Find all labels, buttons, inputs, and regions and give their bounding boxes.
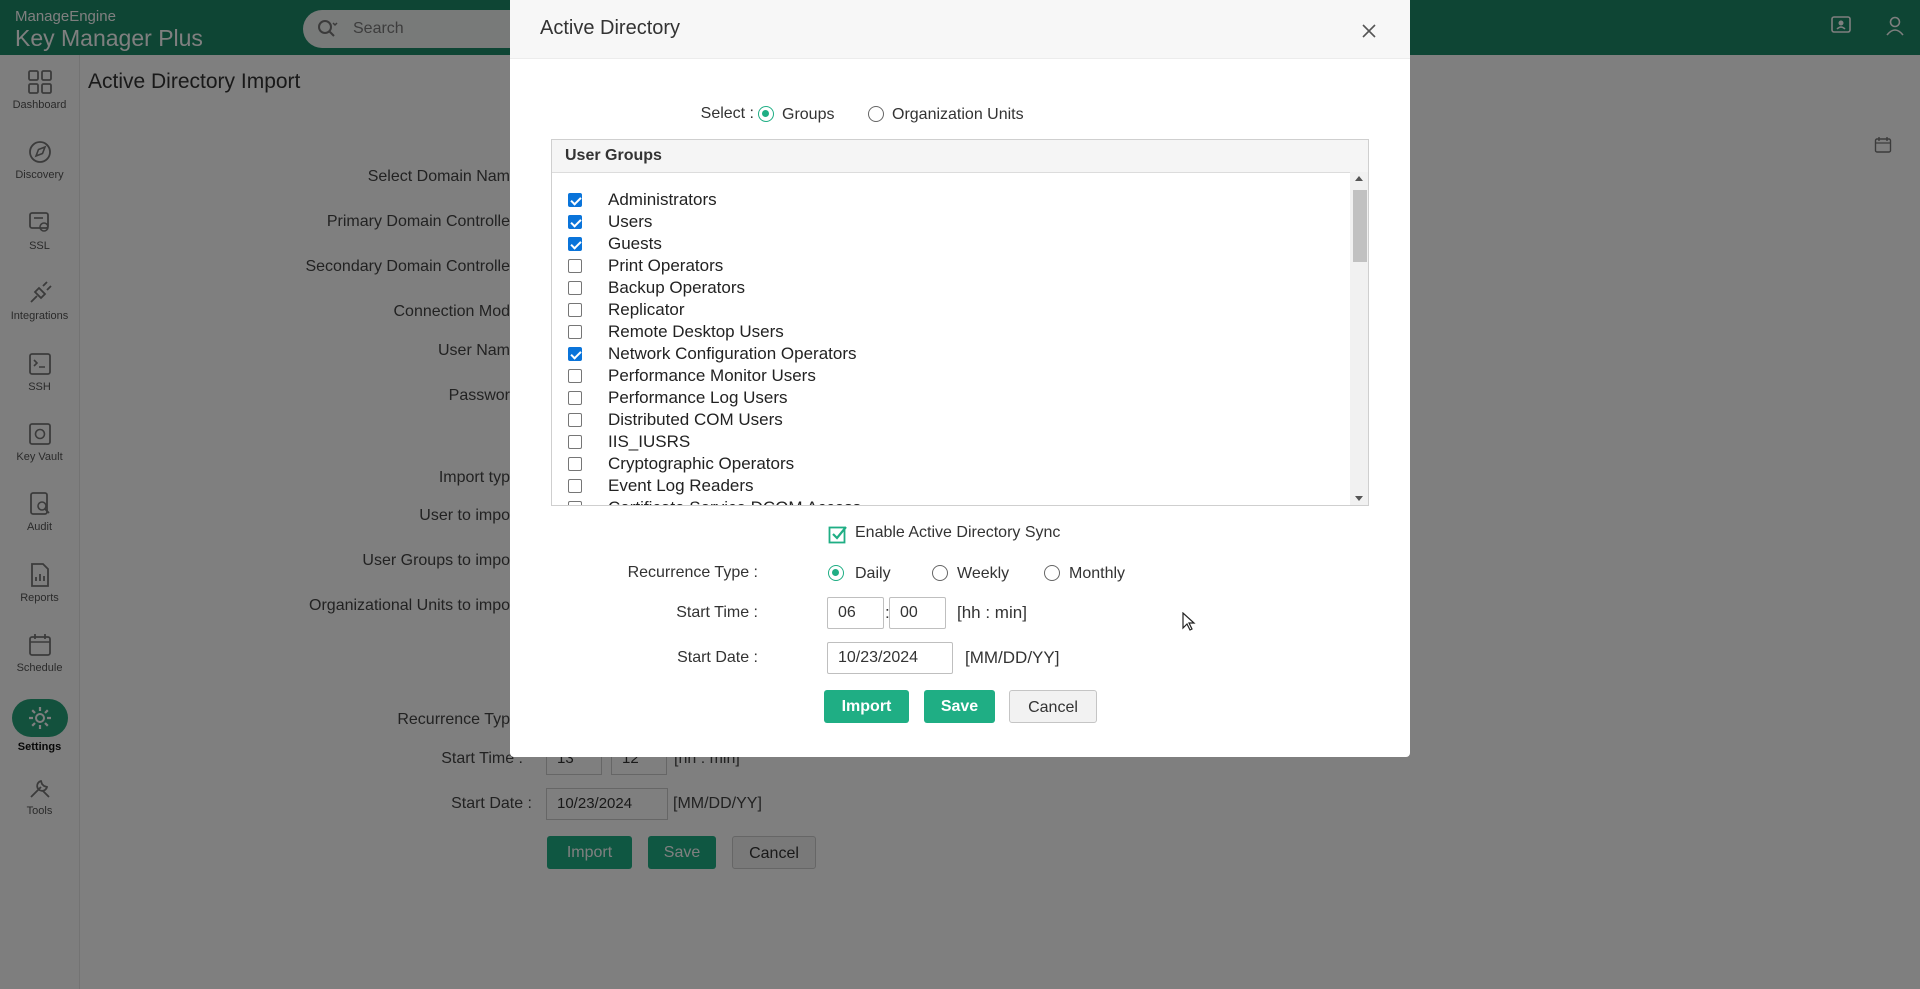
group-name: Distributed COM Users xyxy=(608,410,783,429)
group-checkbox[interactable] xyxy=(568,237,582,251)
list-item[interactable]: Print Operators xyxy=(552,255,1342,277)
select-label: Select : xyxy=(700,105,754,122)
groups-radio[interactable] xyxy=(758,106,774,122)
monthly-radio[interactable] xyxy=(1044,565,1060,581)
time-format-hint: [hh : min] xyxy=(957,603,1027,622)
start-hour-input[interactable] xyxy=(827,597,884,629)
group-checkbox[interactable] xyxy=(568,347,582,361)
groups-scrollbar[interactable] xyxy=(1350,172,1368,505)
group-name: Backup Operators xyxy=(608,278,746,297)
daily-radio-label[interactable]: Daily xyxy=(855,565,891,583)
scroll-down-icon[interactable] xyxy=(1355,496,1363,501)
list-item[interactable]: Replicator xyxy=(552,299,1342,321)
group-checkbox[interactable] xyxy=(568,325,582,339)
user-groups-title: User Groups xyxy=(565,147,662,164)
group-checkbox[interactable] xyxy=(568,413,582,427)
list-item[interactable]: Performance Log Users xyxy=(552,387,1342,409)
group-name: IIS_IUSRS xyxy=(608,432,691,451)
group-checkbox[interactable] xyxy=(568,391,582,405)
close-icon[interactable] xyxy=(1360,22,1378,40)
list-item[interactable]: Event Log Readers xyxy=(552,475,1342,497)
daily-radio[interactable] xyxy=(828,565,844,581)
group-checkbox[interactable] xyxy=(568,369,582,383)
monthly-radio-label[interactable]: Monthly xyxy=(1069,565,1125,583)
user-groups-header: User Groups xyxy=(552,140,1368,173)
group-checkbox[interactable] xyxy=(568,215,582,229)
recurrence-type-label: Recurrence Type : xyxy=(627,564,758,581)
group-name: Network Configuration Operators xyxy=(608,344,857,363)
list-item[interactable]: Performance Monitor Users xyxy=(552,365,1342,387)
group-name: Cryptographic Operators xyxy=(608,454,795,473)
list-item[interactable]: IIS_IUSRS xyxy=(552,431,1342,453)
weekly-radio-label[interactable]: Weekly xyxy=(957,565,1009,583)
start-time-label: Start Time : xyxy=(676,604,758,621)
start-minute-input[interactable] xyxy=(889,597,946,629)
group-checkbox[interactable] xyxy=(568,435,582,449)
group-name: Replicator xyxy=(608,300,685,319)
enable-sync-checkbox[interactable] xyxy=(828,524,847,544)
dialog-header: Active Directory xyxy=(510,0,1410,59)
group-checkbox[interactable] xyxy=(568,259,582,273)
list-item[interactable]: Administrators xyxy=(552,189,1342,211)
group-checkbox[interactable] xyxy=(568,501,582,505)
group-name: Performance Monitor Users xyxy=(608,366,816,385)
dialog-title: Active Directory xyxy=(540,17,681,39)
cancel-button[interactable]: Cancel xyxy=(1009,690,1097,723)
groups-radio-label[interactable]: Groups xyxy=(782,106,834,124)
group-name: Remote Desktop Users xyxy=(608,322,784,341)
list-item[interactable]: Network Configuration Operators xyxy=(552,343,1342,365)
group-name: Administrators xyxy=(608,190,717,209)
list-item[interactable]: Users xyxy=(552,211,1342,233)
group-checkbox[interactable] xyxy=(568,457,582,471)
list-item[interactable]: Cryptographic Operators xyxy=(552,453,1342,475)
list-item[interactable]: Certificate Service DCOM Access xyxy=(552,497,1342,505)
group-checkbox[interactable] xyxy=(568,479,582,493)
start-date-input[interactable] xyxy=(827,642,953,674)
list-item[interactable]: Backup Operators xyxy=(552,277,1342,299)
active-directory-dialog: Active Directory Select : Groups Organiz… xyxy=(510,0,1410,757)
organization-units-radio[interactable] xyxy=(868,106,884,122)
group-name: Guests xyxy=(608,234,662,253)
save-button[interactable]: Save xyxy=(924,690,995,723)
group-name: Users xyxy=(608,212,653,231)
group-name: Certificate Service DCOM Access xyxy=(608,498,861,505)
scroll-thumb[interactable] xyxy=(1353,190,1367,262)
enable-sync-label[interactable]: Enable Active Directory Sync xyxy=(855,524,1060,542)
scroll-up-icon[interactable] xyxy=(1355,176,1363,181)
group-name: Performance Log Users xyxy=(608,388,788,407)
organization-units-radio-label[interactable]: Organization Units xyxy=(892,106,1024,124)
list-item[interactable]: Distributed COM Users xyxy=(552,409,1342,431)
user-groups-list: User Groups Administrators Users Guests … xyxy=(551,139,1369,506)
group-name: Print Operators xyxy=(608,256,724,275)
mouse-cursor-icon xyxy=(1182,611,1196,637)
group-checkbox[interactable] xyxy=(568,303,582,317)
date-format-hint: [MM/DD/YY] xyxy=(965,648,1060,667)
list-item[interactable]: Guests xyxy=(552,233,1342,255)
weekly-radio[interactable] xyxy=(932,565,948,581)
group-name: Event Log Readers xyxy=(608,476,754,495)
import-button[interactable]: Import xyxy=(824,690,909,723)
start-date-label: Start Date : xyxy=(677,649,758,666)
group-checkbox[interactable] xyxy=(568,193,582,207)
group-checkbox[interactable] xyxy=(568,281,582,295)
list-item[interactable]: Remote Desktop Users xyxy=(552,321,1342,343)
